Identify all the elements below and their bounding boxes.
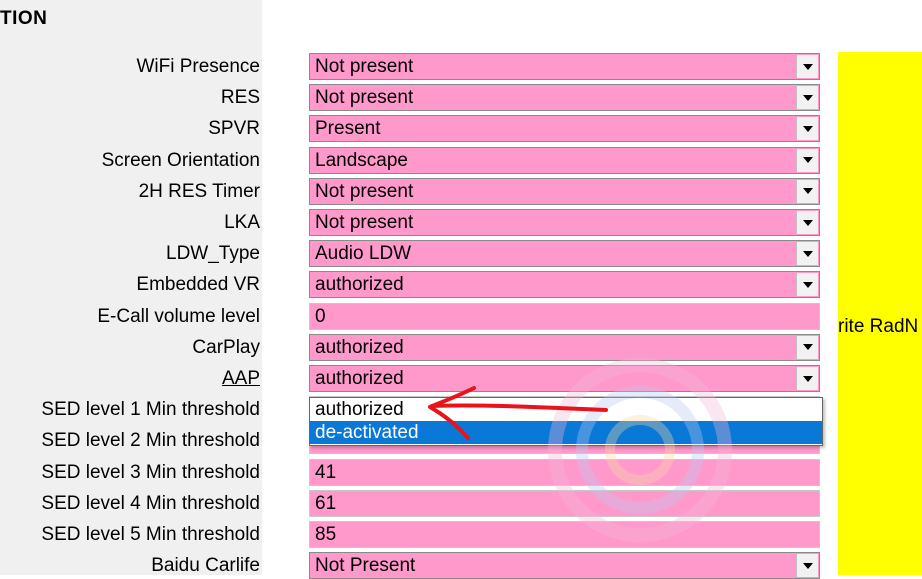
yellow-side-panel xyxy=(838,52,922,575)
label-text: LKA xyxy=(224,212,260,233)
select-lka[interactable]: Not present xyxy=(309,209,820,236)
select-screen-orientation[interactable]: Landscape xyxy=(309,146,820,174)
select-wifi-presence[interactable]: Not present xyxy=(309,53,820,80)
input-sed-level-3-min-threshold[interactable]: 41 xyxy=(309,458,820,486)
field-value: Not present xyxy=(315,87,414,109)
select-2h-res-timer[interactable]: Not present xyxy=(309,177,820,205)
label-spvr: SPVR xyxy=(208,119,260,139)
label-embedded-vr: Embedded VR xyxy=(136,275,260,295)
field-value: authorized xyxy=(315,368,404,389)
label-text: WiFi Presence xyxy=(136,56,260,77)
label-text: SED level 2 Min threshold xyxy=(41,430,260,452)
label-text: AAP xyxy=(221,368,260,389)
label-aap: AAP xyxy=(222,369,260,389)
label-sed-level-4-min-threshold: SED level 4 Min threshold xyxy=(41,492,260,514)
label-wifi-presence: WiFi Presence xyxy=(136,57,260,77)
dropdown-arrow-icon[interactable] xyxy=(796,148,818,172)
select-carplay[interactable]: authorized xyxy=(309,333,820,361)
field-value: authorized xyxy=(315,274,404,296)
label-text: RES xyxy=(220,87,260,109)
label-carplay: CarPlay xyxy=(192,336,260,358)
field-value: Not present xyxy=(315,212,414,233)
dropdown-arrow-icon[interactable] xyxy=(796,273,818,297)
label-e-call-volume-level: E-Call volume level xyxy=(97,305,260,327)
label-text: SED level 1 Min threshold xyxy=(41,399,260,421)
input-sed-level-4-min-threshold[interactable]: 61 xyxy=(309,489,820,517)
aap-dropdown-list[interactable]: authorized de-activated xyxy=(309,397,823,446)
field-value: Not Present xyxy=(315,555,416,577)
label-baidu-carlife: Baidu Carlife xyxy=(151,556,260,576)
label-ldw-type: LDW_Type xyxy=(166,244,260,264)
label-text: SED level 3 Min threshold xyxy=(41,461,260,483)
label-sed-level-5-min-threshold: SED level 5 Min threshold xyxy=(41,525,260,545)
field-value: authorized xyxy=(315,336,404,358)
label-text: Embedded VR xyxy=(136,274,260,296)
input-e-call-volume-level[interactable]: 0 xyxy=(309,302,820,330)
dropdown-arrow-icon[interactable] xyxy=(796,55,818,78)
field-value: 41 xyxy=(315,461,337,483)
label-sed-level-2-min-threshold: SED level 2 Min threshold xyxy=(41,431,260,451)
section-title: TION xyxy=(0,8,48,29)
select-ldw-type[interactable]: Audio LDW xyxy=(309,240,820,268)
field-value: Landscape xyxy=(315,149,408,171)
select-spvr[interactable]: Present xyxy=(309,115,820,143)
field-value: 85 xyxy=(315,524,337,545)
dropdown-arrow-icon[interactable] xyxy=(796,86,818,110)
field-value: 0 xyxy=(315,305,326,327)
dropdown-arrow-icon[interactable] xyxy=(796,335,818,359)
label-text: SPVR xyxy=(208,118,260,140)
label-text: CarPlay xyxy=(192,336,260,358)
label-sed-level-1-min-threshold: SED level 1 Min threshold xyxy=(41,400,260,420)
label-text: E-Call volume level xyxy=(97,305,260,327)
side-panel-text: rite RadN xyxy=(838,316,919,337)
label-text: LDW_Type xyxy=(166,243,260,265)
dropdown-arrow-icon[interactable] xyxy=(796,211,818,234)
label-lka: LKA xyxy=(224,213,260,233)
label-text: SED level 5 Min threshold xyxy=(41,524,260,545)
dropdown-option-authorized[interactable]: authorized xyxy=(310,398,822,421)
select-embedded-vr[interactable]: authorized xyxy=(309,271,820,299)
field-value: Not present xyxy=(315,56,414,77)
input-sed-level-5-min-threshold[interactable]: 85 xyxy=(309,521,820,548)
dropdown-arrow-icon[interactable] xyxy=(796,554,818,578)
label-text: Screen Orientation xyxy=(101,149,260,171)
field-value: Audio LDW xyxy=(315,243,412,265)
label-text: 2H RES Timer xyxy=(138,180,260,202)
label-text: SED level 4 Min threshold xyxy=(41,492,260,514)
label-screen-orientation: Screen Orientation xyxy=(101,149,260,171)
select-aap[interactable]: authorized xyxy=(309,365,820,392)
label-text: Baidu Carlife xyxy=(151,555,260,577)
field-value: 61 xyxy=(315,492,337,514)
field-value: Not present xyxy=(315,180,414,202)
dropdown-arrow-icon[interactable] xyxy=(796,179,818,203)
dropdown-option-de-activated[interactable]: de-activated xyxy=(310,421,822,444)
field-value: Present xyxy=(315,118,381,140)
dropdown-arrow-icon[interactable] xyxy=(796,242,818,266)
dropdown-arrow-icon[interactable] xyxy=(796,117,818,141)
label-sed-level-3-min-threshold: SED level 3 Min threshold xyxy=(41,461,260,483)
dropdown-arrow-icon[interactable] xyxy=(796,367,818,390)
select-res[interactable]: Not present xyxy=(309,84,820,112)
label-res: RES xyxy=(221,88,260,108)
label-2h-res-timer: 2H RES Timer xyxy=(138,180,260,202)
